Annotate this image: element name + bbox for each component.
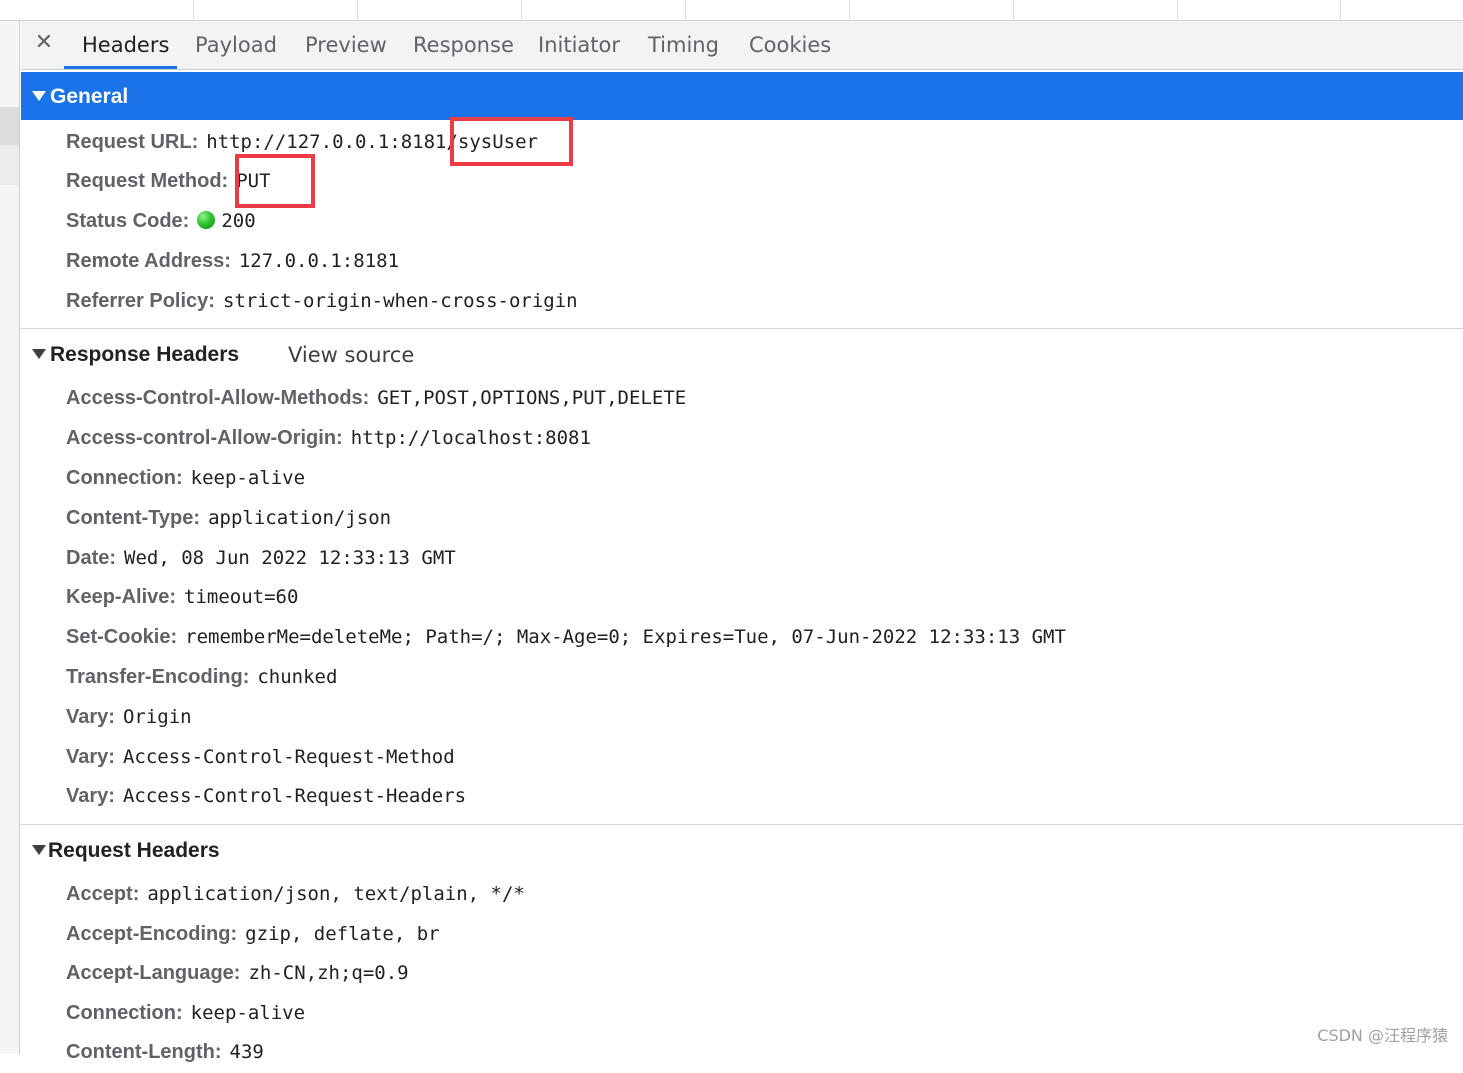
header-name: Accept-Language: (66, 962, 241, 984)
general-section-header[interactable]: General (21, 72, 1463, 120)
section-divider (21, 328, 1463, 329)
header-value[interactable]: application/json (208, 507, 391, 529)
header-value[interactable]: timeout=60 (184, 586, 298, 608)
tab-timing[interactable]: Timing (648, 21, 719, 69)
header-row: Remote Address: 127.0.0.1:8181 (66, 241, 399, 281)
header-row: Content-Length: 439 (66, 1032, 264, 1072)
header-name: Date: (66, 547, 117, 569)
view-source-link[interactable]: View source (288, 330, 414, 380)
header-value[interactable]: keep-alive (191, 467, 305, 489)
header-value[interactable]: application/json, text/plain, */* (147, 883, 525, 905)
tab-payload[interactable]: Payload (195, 21, 277, 69)
header-name: Content-Length: (66, 1041, 222, 1063)
header-value[interactable]: 200 (221, 210, 255, 232)
url-path-highlight (450, 117, 573, 166)
column-divider (849, 0, 850, 20)
header-row: Access-control-Allow-Origin: http://local… (66, 418, 591, 458)
header-name: Transfer-Encoding: (66, 666, 250, 688)
header-name: Accept: (66, 883, 140, 905)
status-ok-icon (197, 211, 216, 229)
header-name: Access-control-Allow-Origin: (66, 427, 343, 449)
tab-headers[interactable]: Headers (82, 21, 169, 69)
headers-panel: General Request URL: http://127.0.0.1:818… (21, 70, 1463, 1063)
header-value[interactable]: 439 (230, 1041, 264, 1063)
tab-initiator[interactable]: Initiator (538, 21, 620, 69)
header-row: Vary: Access-Control-Request-Headers (66, 776, 466, 816)
header-row: Date: Wed, 08 Jun 2022 12:33:13 GMT (66, 538, 456, 578)
header-name: Keep-Alive: (66, 586, 177, 608)
header-value[interactable]: Wed, 08 Jun 2022 12:33:13 GMT (124, 547, 456, 569)
header-value[interactable]: Access-Control-Request-Headers (123, 785, 466, 807)
column-divider (1013, 0, 1014, 20)
header-name: Request URL: (66, 131, 199, 153)
header-row: Referrer Policy: strict-origin-when-cross… (66, 281, 578, 321)
close-icon[interactable]: ✕ (33, 31, 55, 55)
section-title: Request Headers (48, 839, 220, 862)
header-row: Status Code: 200 (66, 201, 256, 241)
header-name: Vary: (66, 746, 115, 768)
method-highlight (235, 154, 315, 208)
column-divider (1340, 0, 1341, 20)
header-name: Request Method: (66, 170, 229, 192)
header-value[interactable]: gzip, deflate, br (245, 923, 439, 945)
header-row: Keep-Alive: timeout=60 (66, 577, 298, 617)
selected-request-row[interactable] (0, 107, 19, 145)
header-name: Content-Type: (66, 507, 201, 529)
header-row: Accept: application/json, text/plain, */* (66, 874, 525, 914)
header-row: Connection: keep-alive (66, 993, 305, 1033)
column-divider (685, 0, 686, 20)
header-value[interactable]: keep-alive (191, 1002, 305, 1024)
network-request-list-strip (0, 0, 1463, 21)
header-name: Remote Address: (66, 250, 231, 272)
header-name: Connection: (66, 1002, 183, 1024)
header-value[interactable]: 127.0.0.1:8181 (239, 250, 399, 272)
header-name: Vary: (66, 706, 115, 728)
header-name: Access-Control-Allow-Methods: (66, 387, 370, 409)
section-title: Response Headers (50, 343, 240, 366)
watermark: CSDN @汪程序猿 (1317, 1026, 1448, 1045)
expand-triangle-icon (32, 91, 46, 101)
response-headers-section-header[interactable]: Response Headers View source (21, 330, 1463, 378)
header-name: Referrer Policy: (66, 290, 215, 312)
header-value[interactable]: rememberMe=deleteMe; Path=/; Max-Age=0; … (185, 626, 1066, 648)
header-value[interactable]: http://localhost:8081 (351, 427, 591, 449)
column-divider (357, 0, 358, 20)
tab-cookies[interactable]: Cookies (749, 21, 831, 69)
header-row: Content-Type: application/json (66, 498, 391, 538)
header-name: Vary: (66, 785, 115, 807)
header-name: Status Code: (66, 210, 190, 232)
active-tab-indicator (64, 66, 177, 69)
section-divider (21, 824, 1463, 825)
header-row: Connection: keep-alive (66, 458, 305, 498)
header-value[interactable]: GET,POST,OPTIONS,PUT,DELETE (377, 387, 686, 409)
tab-preview[interactable]: Preview (305, 21, 387, 69)
header-name: Accept-Encoding: (66, 923, 238, 945)
request-row[interactable] (0, 145, 19, 185)
details-tabbar: ✕ Headers Payload Preview Response Initi… (21, 21, 1463, 70)
header-name: Connection: (66, 467, 183, 489)
header-name: Set-Cookie: (66, 626, 178, 648)
header-value[interactable]: chunked (257, 666, 337, 688)
expand-triangle-icon (32, 845, 46, 855)
tab-response[interactable]: Response (413, 21, 514, 69)
header-row: Vary: Origin (66, 697, 192, 737)
header-value[interactable]: strict-origin-when-cross-origin (223, 290, 578, 312)
expand-triangle-icon (32, 349, 46, 359)
header-row: Accept-Encoding: gzip, deflate, br (66, 914, 440, 954)
header-row: Access-Control-Allow-Methods: GET,POST,OP… (66, 378, 686, 418)
header-value[interactable]: zh-CN,zh;q=0.9 (248, 962, 408, 984)
header-row: Set-Cookie: rememberMe=deleteMe; Path=/; … (66, 617, 1066, 657)
column-divider (193, 0, 194, 20)
header-value[interactable]: Access-Control-Request-Method (123, 746, 455, 768)
request-list-gutter[interactable] (0, 21, 20, 1054)
column-divider (521, 0, 522, 20)
header-value[interactable]: Origin (123, 706, 192, 728)
header-row: Accept-Language: zh-CN,zh;q=0.9 (66, 953, 409, 993)
header-row: Transfer-Encoding: chunked (66, 657, 337, 697)
header-row: Vary: Access-Control-Request-Method (66, 737, 455, 777)
request-headers-section-header[interactable]: Request Headers (21, 826, 1463, 874)
column-divider (1177, 0, 1178, 20)
section-title: General (50, 85, 129, 108)
